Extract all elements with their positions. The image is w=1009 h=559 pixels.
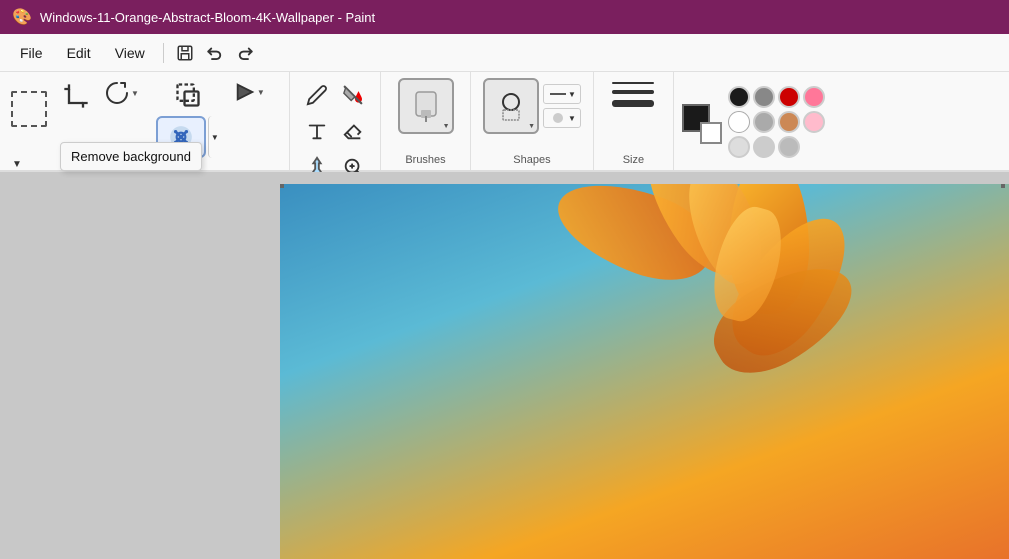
flip-button[interactable]: ▼ — [231, 78, 268, 106]
color-swatch-pink[interactable] — [803, 86, 825, 108]
menu-divider — [163, 43, 164, 63]
color-swatch-gray[interactable] — [753, 86, 775, 108]
color-swatch-brown[interactable] — [778, 111, 800, 133]
outline-button[interactable]: ▼ — [543, 84, 581, 104]
fill-dropdown: ▼ — [568, 114, 576, 123]
remove-bg-button[interactable] — [156, 116, 206, 158]
remove-bg-dropdown-arrow: ▼ — [211, 133, 219, 142]
rotate-icon — [105, 81, 129, 105]
shapes-dropdown-arrow: ▼ — [528, 123, 535, 130]
size-group: Size — [594, 72, 674, 170]
eraser-button[interactable] — [336, 114, 370, 148]
expand-arrow-icon: ▼ — [12, 159, 22, 170]
size-medium-line — [612, 90, 654, 94]
fill-icon — [548, 111, 568, 125]
remove-bg-dropdown[interactable]: ▼ — [208, 116, 221, 158]
title-text: Windows-11-Orange-Abstract-Bloom-4K-Wall… — [40, 10, 375, 25]
brush-icon — [408, 88, 444, 124]
brush-select-button[interactable]: ▼ — [398, 78, 454, 134]
crop-button[interactable] — [56, 78, 96, 114]
menu-edit[interactable]: Edit — [55, 41, 103, 65]
color-swatch-white[interactable] — [728, 111, 750, 133]
rotate-dropdown-arrow: ▼ — [131, 89, 139, 98]
color-swatch-lightgray[interactable] — [753, 111, 775, 133]
redo-button[interactable] — [230, 40, 260, 66]
color-swatch-verylightgray2[interactable] — [753, 136, 775, 158]
colors-section — [674, 72, 1009, 170]
tools-group: Tools — [290, 72, 381, 170]
select-group: ▼ — [0, 72, 290, 170]
menu-view[interactable]: View — [103, 41, 157, 65]
resize-button[interactable] — [156, 78, 221, 112]
color-selector — [682, 104, 722, 144]
color-swatch-verylightgray3[interactable] — [778, 136, 800, 158]
shapes-label: Shapes — [513, 150, 550, 166]
color-swatch-red[interactable] — [778, 86, 800, 108]
selection-handle-topleft — [280, 184, 284, 188]
flip-icon — [234, 81, 256, 103]
shapes-select-button[interactable]: ▼ — [483, 78, 539, 134]
color-swatch-black[interactable] — [728, 86, 750, 108]
brush-dropdown-arrow: ▼ — [443, 123, 450, 130]
brushes-group: ▼ Brushes — [381, 72, 471, 170]
pencil-icon — [306, 84, 328, 106]
menu-file[interactable]: File — [8, 41, 55, 65]
canvas-area — [0, 172, 1009, 559]
flip-dropdown-arrow: ▼ — [257, 88, 265, 97]
color-swatch-lightpink[interactable] — [803, 111, 825, 133]
undo-button[interactable] — [200, 40, 230, 66]
resize-icon — [174, 81, 202, 109]
app-icon: 🎨 — [12, 7, 32, 27]
shapes-icon — [493, 88, 529, 124]
color-palette — [728, 86, 825, 158]
size-thin-line — [612, 82, 654, 84]
outline-dropdown: ▼ — [568, 90, 576, 99]
remove-bg-icon — [168, 124, 194, 150]
menubar: File Edit View — [0, 34, 1009, 72]
eraser-icon — [342, 120, 364, 142]
secondary-color-swatch[interactable] — [700, 122, 722, 144]
crop-icon — [62, 82, 90, 110]
selection-handle-topright — [1001, 184, 1005, 188]
text-icon — [306, 120, 328, 142]
brushes-label: Brushes — [405, 150, 445, 166]
fill-bucket-icon — [342, 84, 364, 106]
text-button[interactable] — [300, 114, 334, 148]
outline-icon — [548, 87, 568, 101]
wallpaper-background — [280, 184, 1009, 559]
color-swatch-verylightgray1[interactable] — [728, 136, 750, 158]
select-rect-button[interactable] — [8, 82, 50, 130]
titlebar: 🎨 Windows-11-Orange-Abstract-Bloom-4K-Wa… — [0, 0, 1009, 34]
dashed-rect-icon — [11, 91, 47, 127]
size-label: Size — [623, 150, 644, 166]
size-thick-line — [612, 100, 654, 107]
rotate-button[interactable]: ▼ — [102, 78, 142, 108]
fill-button[interactable]: ▼ — [543, 108, 581, 128]
save-button[interactable] — [170, 40, 200, 66]
fill-bucket-button[interactable] — [336, 78, 370, 112]
ribbon: ▼ — [0, 72, 1009, 172]
pencil-button[interactable] — [300, 78, 334, 112]
expand-select-button[interactable]: ▼ — [8, 158, 26, 171]
shapes-group: ▼ ▼ ▼ Shapes — [471, 72, 594, 170]
